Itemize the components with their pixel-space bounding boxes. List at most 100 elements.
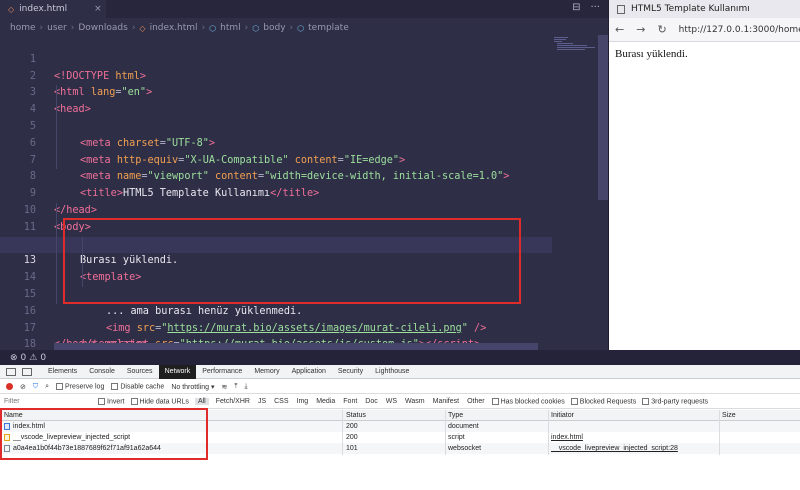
- filter-type-media[interactable]: Media: [315, 398, 336, 405]
- tab-performance[interactable]: Performance: [196, 365, 248, 379]
- tab-sources[interactable]: Sources: [121, 365, 159, 379]
- code-line[interactable]: 1 <!DOCTYPE html>: [0, 35, 552, 82]
- code-line[interactable]: 4 <meta charset="UTF-8">: [0, 85, 552, 149]
- code-line-active[interactable]: 13 ... ama burası henüz yüklenmedi.: [0, 236, 552, 317]
- table-row[interactable]: a0a4ea1b0f44b73e1887689f62f71af91a62a644…: [0, 443, 800, 454]
- document-icon: [4, 423, 10, 430]
- breadcrumb-item[interactable]: body: [263, 23, 285, 33]
- split-editor-icon[interactable]: ⊟: [572, 2, 580, 13]
- filter-type-img[interactable]: Img: [296, 398, 310, 405]
- table-row[interactable]: index.html 200 document: [0, 421, 800, 432]
- breadcrumb-item[interactable]: user: [47, 23, 67, 33]
- filter-input[interactable]: [4, 396, 92, 407]
- third-party-requests-checkbox[interactable]: 3rd-party requests: [642, 397, 708, 405]
- column-divider[interactable]: [342, 410, 343, 455]
- column-divider[interactable]: [548, 410, 549, 455]
- invert-checkbox[interactable]: Invert: [98, 397, 125, 405]
- request-initiator-link[interactable]: __vscode_livepreview_injected_script:28: [551, 443, 717, 454]
- more-actions-icon[interactable]: ···: [590, 2, 600, 13]
- filter-type-other[interactable]: Other: [466, 398, 486, 405]
- code-line[interactable]: 7 <title>HTML5 Template Kullanımı</title…: [0, 135, 552, 199]
- column-header-name[interactable]: Name: [4, 410, 340, 421]
- disable-cache-checkbox[interactable]: Disable cache: [111, 382, 164, 390]
- code-editor[interactable]: ◇ index.html × ⊟ ··· home › user › Downl…: [0, 0, 608, 367]
- table-row[interactable]: __vscode_livepreview_injected_script 200…: [0, 432, 800, 443]
- breadcrumb-item[interactable]: html: [220, 23, 241, 33]
- address-bar[interactable]: http://127.0.0.1:3000/home/user: [679, 25, 800, 35]
- breadcrumb-item[interactable]: template: [308, 23, 349, 33]
- filter-type-js[interactable]: JS: [257, 398, 267, 405]
- breadcrumb-item[interactable]: Downloads: [78, 23, 127, 33]
- code-line[interactable]: 10 <body>: [0, 186, 552, 233]
- has-blocked-cookies-checkbox[interactable]: Has blocked cookies: [491, 397, 565, 405]
- code-line[interactable]: 12 <template>: [0, 219, 552, 283]
- code-line[interactable]: 15 <script src="https://murat.bio/assets…: [0, 270, 552, 350]
- filter-type-all[interactable]: All: [194, 398, 209, 405]
- filter-icon[interactable]: ⛉: [33, 383, 38, 391]
- column-header-status[interactable]: Status: [346, 410, 446, 421]
- code-line[interactable]: 16 </template>: [0, 286, 552, 350]
- download-icon[interactable]: ⤓: [245, 383, 248, 391]
- editor-tab-index-html[interactable]: ◇ index.html ×: [0, 0, 106, 18]
- minimap[interactable]: [552, 35, 598, 350]
- tab-memory[interactable]: Memory: [248, 365, 285, 379]
- filter-type-font[interactable]: Font: [342, 398, 358, 405]
- tab-network[interactable]: Network: [158, 364, 197, 379]
- code-line[interactable]: 5 <meta http-equiv="X-UA-Compatible" con…: [0, 102, 552, 166]
- horizontal-scrollbar[interactable]: [54, 343, 538, 350]
- code-line[interactable]: 14 <img src="https://murat.bio/assets/im…: [0, 253, 552, 334]
- filter-type-css[interactable]: CSS: [273, 398, 289, 405]
- filter-type-ws[interactable]: WS: [385, 398, 398, 405]
- filter-type-manifest[interactable]: Manifest: [432, 398, 460, 405]
- warning-icon[interactable]: ⚠: [29, 353, 37, 363]
- upload-icon[interactable]: ⤒: [234, 383, 237, 391]
- code-area[interactable]: 1 <!DOCTYPE html> 2 <html lang="en"> 3 <…: [0, 35, 552, 367]
- forward-arrow-icon[interactable]: →: [636, 23, 645, 36]
- tab-elements[interactable]: Elements: [42, 365, 83, 379]
- clear-icon[interactable]: ⊘: [20, 383, 26, 391]
- tab-security[interactable]: Security: [332, 365, 369, 379]
- filter-type-fetch-xhr[interactable]: Fetch/XHR: [215, 398, 251, 405]
- hide-data-urls-checkbox[interactable]: Hide data URLs: [130, 397, 189, 405]
- column-divider[interactable]: [445, 410, 446, 455]
- code-line[interactable]: 18 </html>: [0, 321, 552, 367]
- breadcrumb-item[interactable]: home: [10, 23, 36, 33]
- device-toolbar-icon[interactable]: [22, 367, 32, 376]
- request-initiator-link[interactable]: index.html: [551, 432, 717, 443]
- code-line[interactable]: 11 Burası yüklendi.: [0, 202, 552, 266]
- code-line[interactable]: 3 <head>: [0, 69, 552, 115]
- throttling-select[interactable]: No throttling ▾: [171, 383, 214, 391]
- reload-icon[interactable]: ↻: [657, 23, 666, 36]
- blocked-requests-checkbox[interactable]: Blocked Requests: [570, 397, 636, 405]
- filter-type-wasm[interactable]: Wasm: [404, 398, 426, 405]
- tab-application[interactable]: Application: [286, 365, 332, 379]
- code-line[interactable]: 2 <html lang="en">: [0, 52, 552, 99]
- column-header-initiator[interactable]: Initiator: [551, 410, 717, 421]
- inspect-element-icon[interactable]: [6, 367, 16, 376]
- code-line[interactable]: 9 </head>: [0, 169, 552, 216]
- column-header-size[interactable]: Size: [722, 410, 800, 421]
- filter-type-doc[interactable]: Doc: [364, 398, 378, 405]
- indent-guide: [82, 253, 83, 271]
- preserve-log-checkbox[interactable]: Preserve log: [56, 382, 104, 390]
- breadcrumb-item[interactable]: index.html: [150, 23, 198, 33]
- code-line[interactable]: 17 </body>: [0, 304, 552, 351]
- indent-guide: [56, 135, 57, 153]
- error-icon[interactable]: ⊗: [10, 353, 18, 363]
- search-icon[interactable]: ⌕: [45, 383, 49, 391]
- column-header-type[interactable]: Type: [448, 410, 548, 421]
- vertical-scrollbar[interactable]: [598, 35, 608, 200]
- code-line[interactable]: 6 <meta name="viewport" content="width=d…: [0, 118, 552, 182]
- record-icon[interactable]: [6, 383, 13, 390]
- preview-tab[interactable]: HTML5 Template Kullanımı: [609, 0, 800, 18]
- element-cube-icon: ⬡: [252, 23, 260, 33]
- tab-console[interactable]: Console: [83, 365, 121, 379]
- close-tab-icon[interactable]: ×: [94, 4, 102, 14]
- wifi-icon[interactable]: ≋: [222, 383, 228, 391]
- minimap-line: [557, 45, 587, 46]
- indent-guide: [56, 236, 57, 254]
- back-arrow-icon[interactable]: ←: [615, 23, 624, 36]
- tab-lighthouse[interactable]: Lighthouse: [369, 365, 415, 379]
- code-line[interactable]: 8: [0, 152, 552, 182]
- column-divider[interactable]: [719, 410, 720, 455]
